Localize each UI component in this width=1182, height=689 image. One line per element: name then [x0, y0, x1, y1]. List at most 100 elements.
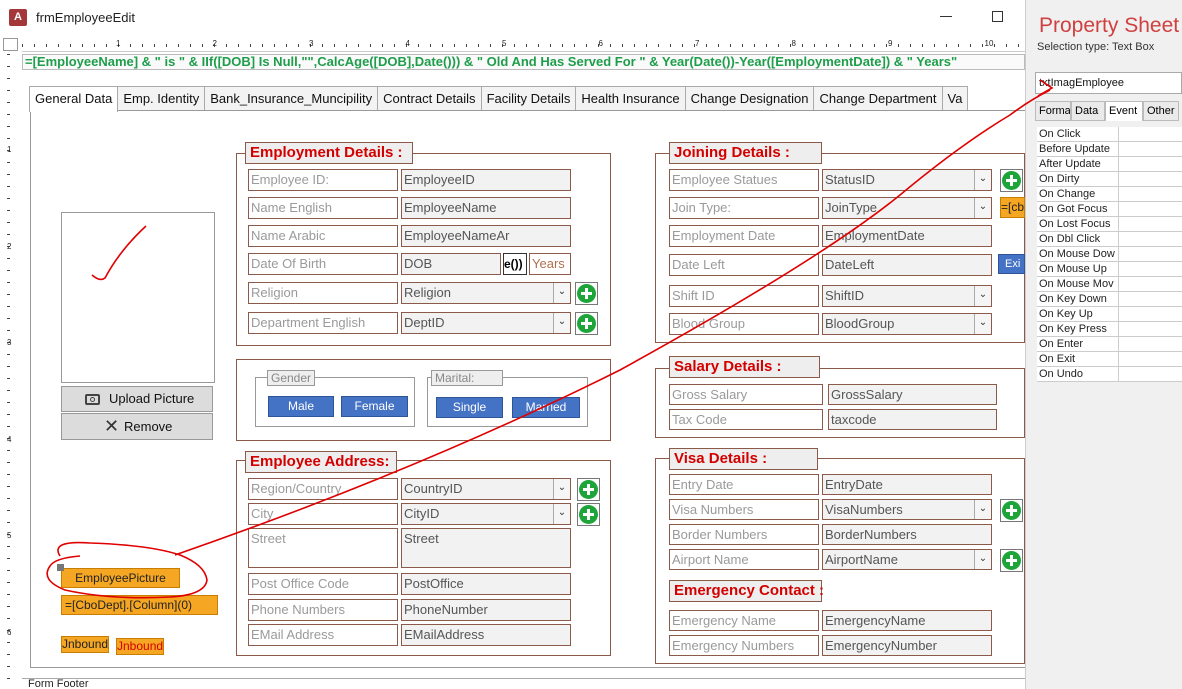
joining-field-3[interactable]: DateLeft	[822, 254, 992, 276]
employment-field-4[interactable]: Religion ⌄	[401, 282, 571, 304]
chevron-down-icon[interactable]: ⌄	[553, 479, 570, 499]
tab-change-department[interactable]: Change Department	[813, 86, 943, 111]
joining-field-2[interactable]: EmploymentDate	[822, 225, 992, 247]
employee-picture-textbox[interactable]: EmployeePicture	[61, 568, 180, 588]
minimize-icon[interactable]	[940, 16, 952, 17]
property-value[interactable]	[1119, 277, 1182, 291]
property-value[interactable]	[1119, 142, 1182, 156]
tab-facility-details[interactable]: Facility Details	[480, 86, 577, 111]
property-row[interactable]: On Change	[1037, 187, 1182, 202]
married-button[interactable]: Married	[512, 397, 580, 418]
property-value[interactable]	[1119, 352, 1182, 366]
emergency-field-1[interactable]: EmergencyNumber	[822, 635, 992, 656]
visa-field-0[interactable]: EntryDate	[822, 474, 992, 495]
tab-contract-details[interactable]: Contract Details	[377, 86, 482, 111]
maximize-icon[interactable]	[992, 11, 1003, 22]
form-selector[interactable]	[3, 38, 18, 51]
employment-field-1[interactable]: EmployeeName	[401, 197, 571, 219]
exit-button[interactable]: Exi	[998, 254, 1025, 274]
property-row[interactable]: On Key Down	[1037, 292, 1182, 307]
address-field-1[interactable]: CityID ⌄	[401, 503, 571, 525]
property-row[interactable]: On Mouse Up	[1037, 262, 1182, 277]
tab-change-designation[interactable]: Change Designation	[684, 86, 815, 111]
property-row[interactable]: On Undo	[1037, 367, 1182, 382]
add-icon[interactable]	[577, 503, 600, 526]
cbo-side-textbox[interactable]: =[cb	[1000, 197, 1025, 218]
property-value[interactable]	[1119, 202, 1182, 216]
property-value[interactable]	[1119, 292, 1182, 306]
add-icon[interactable]	[575, 282, 598, 305]
property-value[interactable]	[1119, 337, 1182, 351]
tab-bank-insurance-muncipility[interactable]: Bank_Insurance_Muncipility	[204, 86, 379, 111]
female-button[interactable]: Female	[341, 396, 408, 417]
address-field-0[interactable]: CountryID ⌄	[401, 478, 571, 500]
property-value[interactable]	[1119, 232, 1182, 246]
employment-field-2[interactable]: EmployeeNameAr	[401, 225, 571, 247]
property-row[interactable]: On Dbl Click	[1037, 232, 1182, 247]
chevron-down-icon[interactable]: ⌄	[553, 283, 570, 303]
chevron-down-icon[interactable]: ⌄	[974, 500, 991, 519]
salary-field-0[interactable]: GrossSalary	[828, 384, 997, 405]
chevron-down-icon[interactable]: ⌄	[974, 286, 991, 306]
visa-field-3[interactable]: AirportName ⌄	[822, 549, 992, 570]
employee-picture-frame[interactable]	[61, 212, 215, 383]
chevron-down-icon[interactable]: ⌄	[974, 170, 991, 190]
property-value[interactable]	[1119, 247, 1182, 261]
expression-textbox[interactable]: =[EmployeeName] & " is " & IIf([DOB] Is …	[22, 54, 1025, 70]
emergency-field-0[interactable]: EmergencyName	[822, 610, 992, 631]
property-value[interactable]	[1119, 172, 1182, 186]
add-icon[interactable]	[1000, 499, 1023, 522]
selected-control-combo[interactable]: txtImagEmployee	[1035, 72, 1182, 94]
property-value[interactable]	[1119, 322, 1182, 336]
joining-field-0[interactable]: StatusID ⌄	[822, 169, 992, 191]
chevron-down-icon[interactable]: ⌄	[974, 550, 991, 569]
property-row[interactable]: On Got Focus	[1037, 202, 1182, 217]
property-row[interactable]: On Dirty	[1037, 172, 1182, 187]
address-field-4[interactable]: PhoneNumber	[401, 599, 571, 621]
property-row[interactable]: On Key Up	[1037, 307, 1182, 322]
add-icon[interactable]	[577, 478, 600, 501]
property-value[interactable]	[1119, 307, 1182, 321]
remove-picture-button[interactable]: ✕ Remove	[61, 413, 213, 440]
property-value[interactable]	[1119, 367, 1182, 381]
address-field-3[interactable]: PostOffice	[401, 573, 571, 595]
visa-field-2[interactable]: BorderNumbers	[822, 524, 992, 545]
employment-field-3[interactable]: DOB	[401, 253, 501, 275]
joining-field-5[interactable]: BloodGroup ⌄	[822, 313, 992, 335]
tab-emp-identity[interactable]: Emp. Identity	[117, 86, 206, 111]
property-value[interactable]	[1119, 127, 1182, 141]
chevron-down-icon[interactable]: ⌄	[553, 313, 570, 333]
joining-field-4[interactable]: ShiftID ⌄	[822, 285, 992, 307]
single-button[interactable]: Single	[436, 397, 503, 418]
cbo-dept-column-textbox[interactable]: =[CboDept].[Column](0)	[61, 595, 218, 615]
dob-age-expression[interactable]: e())	[503, 253, 527, 275]
upload-picture-button[interactable]: Upload Picture	[61, 386, 213, 412]
property-value[interactable]	[1119, 187, 1182, 201]
form-footer-bar[interactable]: Form Footer	[22, 678, 1025, 689]
address-field-5[interactable]: EMailAddress	[401, 624, 571, 646]
salary-field-1[interactable]: taxcode	[828, 409, 997, 430]
address-field-2[interactable]: Street	[401, 528, 571, 568]
property-row[interactable]: On Mouse Dow	[1037, 247, 1182, 262]
add-icon[interactable]	[575, 312, 598, 335]
tab-va[interactable]: Va	[941, 86, 969, 111]
employment-field-0[interactable]: EmployeeID	[401, 169, 571, 191]
employment-field-5[interactable]: DeptID ⌄	[401, 312, 571, 334]
property-tab-forma[interactable]: Forma	[1035, 101, 1071, 121]
property-row[interactable]: After Update	[1037, 157, 1182, 172]
male-button[interactable]: Male	[268, 396, 334, 417]
visa-field-1[interactable]: VisaNumbers ⌄	[822, 499, 992, 520]
chevron-down-icon[interactable]: ⌄	[974, 314, 991, 334]
add-icon[interactable]	[1000, 169, 1023, 192]
unbound-textbox-2[interactable]: Jnbound	[116, 638, 164, 655]
tab-health-insurance[interactable]: Health Insurance	[575, 86, 686, 111]
property-value[interactable]	[1119, 262, 1182, 276]
property-row[interactable]: On Mouse Mov	[1037, 277, 1182, 292]
chevron-down-icon[interactable]: ⌄	[974, 198, 991, 218]
add-icon[interactable]	[1000, 549, 1023, 572]
property-row[interactable]: Before Update	[1037, 142, 1182, 157]
property-value[interactable]	[1119, 157, 1182, 171]
property-row[interactable]: On Exit	[1037, 352, 1182, 367]
property-tab-data[interactable]: Data	[1071, 101, 1105, 121]
chevron-down-icon[interactable]: ⌄	[553, 504, 570, 524]
